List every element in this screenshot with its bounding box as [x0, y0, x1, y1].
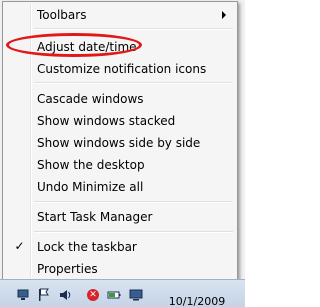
menu-item-label: Adjust date/time	[37, 40, 137, 54]
menu-item-properties[interactable]: Properties	[6, 258, 234, 280]
menu-item-label: Start Task Manager	[37, 210, 153, 224]
menu-item-label: Show windows stacked	[37, 114, 176, 128]
checkmark-icon: ✓	[14, 239, 25, 253]
menu-item-label: Cascade windows	[37, 92, 144, 106]
menu-item-label: Properties	[37, 262, 98, 276]
menu-item-label: Customize notification icons	[37, 62, 207, 76]
menu-item-show-the-desktop[interactable]: Show the desktop	[6, 154, 234, 176]
menu-separator	[34, 201, 233, 203]
menu-item-label: Show windows side by side	[37, 136, 201, 150]
flag-icon[interactable]	[36, 288, 50, 302]
volume-icon[interactable]	[58, 288, 72, 302]
screen: Toolbars Adjust date/time Customize noti…	[0, 0, 245, 307]
menu-item-label: Lock the taskbar	[37, 240, 137, 254]
menu-item-show-windows-side-by-side[interactable]: Show windows side by side	[6, 132, 234, 154]
security-icon[interactable]: ✕	[86, 288, 100, 302]
menu-separator	[34, 82, 233, 84]
clock-time	[155, 283, 239, 294]
menu-item-toolbars[interactable]: Toolbars	[6, 4, 234, 26]
menu-item-lock-the-taskbar[interactable]: ✓ Lock the taskbar	[6, 236, 234, 258]
menu-item-customize-notification-icons[interactable]: Customize notification icons	[6, 58, 234, 80]
network-icon[interactable]	[16, 288, 30, 302]
taskbar-clock[interactable]: 10/1/2009	[155, 283, 239, 307]
submenu-arrow-icon	[222, 11, 226, 19]
menu-separator	[34, 28, 233, 30]
menu-separator	[34, 231, 233, 233]
menu-item-start-task-manager[interactable]: Start Task Manager	[6, 206, 234, 228]
menu-item-adjust-date-time[interactable]: Adjust date/time	[6, 36, 234, 58]
clock-date: 10/1/2009	[168, 295, 226, 307]
menu-item-label: Show the desktop	[37, 158, 145, 172]
battery-icon[interactable]	[107, 288, 121, 302]
display-icon[interactable]	[129, 288, 143, 302]
menu-item-cascade-windows[interactable]: Cascade windows	[6, 88, 234, 110]
menu-item-label: Undo Minimize all	[37, 180, 144, 194]
taskbar-context-menu: Toolbars Adjust date/time Customize noti…	[2, 1, 238, 281]
menu-item-label: Toolbars	[37, 8, 87, 22]
menu-item-undo-minimize-all[interactable]: Undo Minimize all	[6, 176, 234, 198]
security-badge-icon: ✕	[87, 289, 99, 301]
taskbar: ✕ 10/1/2009	[0, 279, 245, 307]
menu-item-show-windows-stacked[interactable]: Show windows stacked	[6, 110, 234, 132]
